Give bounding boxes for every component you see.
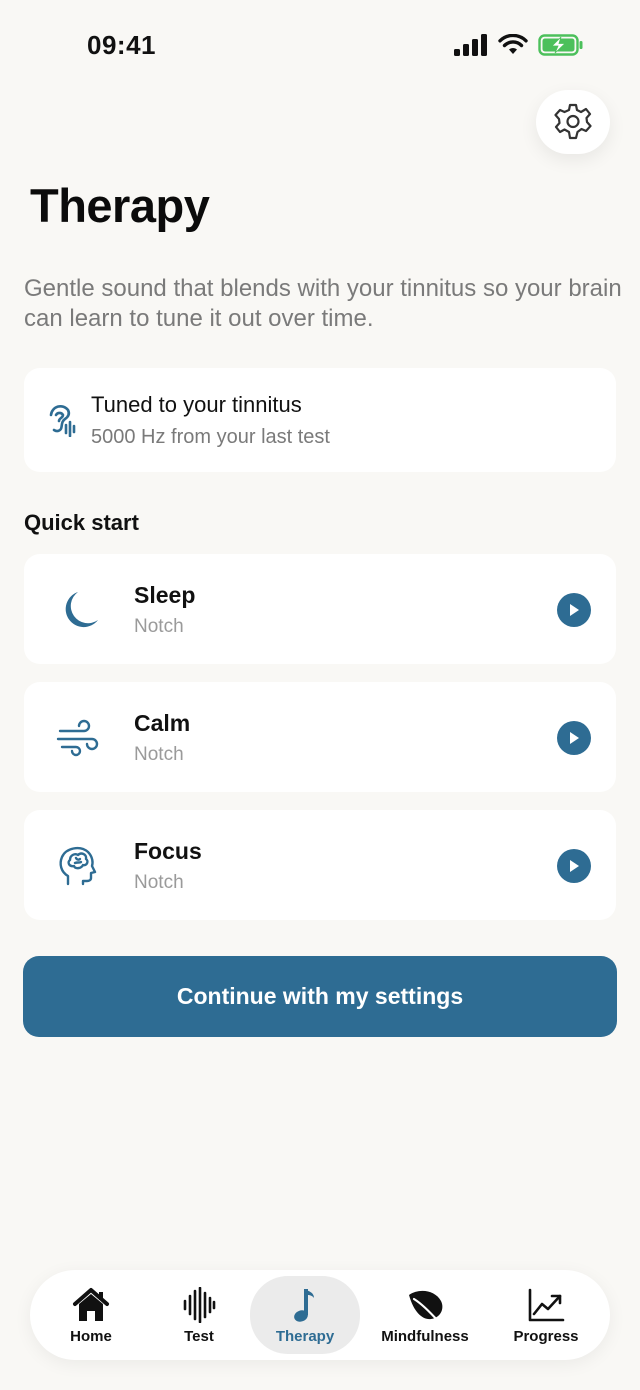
page-description: Gentle sound that blends with your tinni… <box>24 275 622 332</box>
tab-mindfulness[interactable]: Mindfulness <box>372 1270 478 1360</box>
status-time: 09:41 <box>87 30 156 60</box>
tab-progress[interactable]: Progress <box>498 1270 594 1360</box>
wifi-icon <box>498 34 528 54</box>
status-bar: 09:41 <box>0 0 640 95</box>
home-icon <box>71 1285 111 1325</box>
music-note-icon <box>285 1285 325 1325</box>
tab-label: Test <box>184 1328 214 1345</box>
tab-home[interactable]: Home <box>42 1270 140 1360</box>
tuned-card-subtitle: 5000 Hz from your last test <box>91 426 330 448</box>
tab-test[interactable]: Test <box>150 1270 248 1360</box>
continue-button[interactable]: Continue with my settings <box>23 956 617 1037</box>
play-button[interactable] <box>557 593 591 627</box>
play-icon <box>570 604 579 616</box>
wind-icon <box>54 714 102 762</box>
brain-head-icon <box>54 842 102 890</box>
page-title: Therapy <box>30 179 210 232</box>
quick-start-subtitle: Notch <box>134 616 184 637</box>
tuned-tinnitus-card: Tuned to your tinnitus 5000 Hz from your… <box>24 368 616 472</box>
tab-label: Home <box>70 1328 112 1345</box>
ear-sound-icon <box>46 401 78 442</box>
leaf-icon <box>405 1285 445 1325</box>
quick-start-subtitle: Notch <box>134 872 184 893</box>
play-icon <box>570 732 579 744</box>
tab-therapy[interactable]: Therapy <box>250 1276 360 1354</box>
quick-start-item-calm[interactable]: Calm Notch <box>24 682 616 792</box>
settings-button[interactable] <box>536 90 610 154</box>
quick-start-heading: Quick start <box>24 510 139 535</box>
tuned-card-title: Tuned to your tinnitus <box>91 392 302 417</box>
quick-start-title: Focus <box>134 838 202 864</box>
moon-icon <box>54 586 102 634</box>
status-icons <box>454 34 584 56</box>
quick-start-item-sleep[interactable]: Sleep Notch <box>24 554 616 664</box>
play-icon <box>570 860 579 872</box>
play-button[interactable] <box>557 849 591 883</box>
tab-bar: Home Test Therapy Mindfulness Progress <box>30 1270 610 1360</box>
cellular-signal-icon <box>454 34 487 56</box>
waveform-icon <box>179 1285 219 1325</box>
battery-charging-icon <box>538 34 583 56</box>
gear-icon <box>554 103 592 140</box>
quick-start-subtitle: Notch <box>134 744 184 765</box>
tab-label: Mindfulness <box>381 1328 469 1345</box>
tab-label: Therapy <box>275 1328 335 1345</box>
play-button[interactable] <box>557 721 591 755</box>
quick-start-item-focus[interactable]: Focus Notch <box>24 810 616 920</box>
quick-start-title: Calm <box>134 710 191 736</box>
quick-start-title: Sleep <box>134 582 196 608</box>
chart-trend-icon <box>526 1285 566 1325</box>
tab-label: Progress <box>513 1328 579 1345</box>
